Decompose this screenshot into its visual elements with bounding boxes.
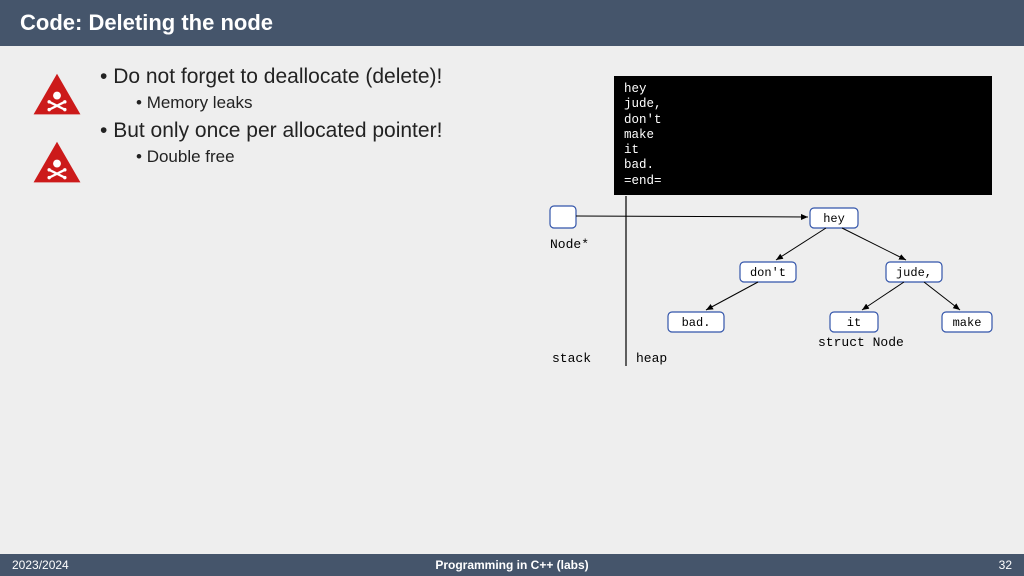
stack-label: stack <box>552 351 591 366</box>
bullet-item: Do not forget to deallocate (delete)! Me… <box>100 65 442 113</box>
tree-diagram: Node* stack heap struct Node hey don't j… <box>540 196 1010 376</box>
warning-icon <box>32 72 82 116</box>
struct-label: struct Node <box>818 335 904 350</box>
bullet-text: Do not forget to deallocate (delete)! <box>113 65 442 88</box>
bullet-item: But only once per allocated pointer! Dou… <box>100 119 442 167</box>
bullet-list: Do not forget to deallocate (delete)! Me… <box>100 65 442 173</box>
pointer-label: Node* <box>550 237 589 252</box>
bullet-text: But only once per allocated pointer! <box>113 119 442 142</box>
terminal-output: hey jude, don't make it bad. =end= <box>614 76 992 195</box>
sub-bullet: Double free <box>136 147 442 167</box>
tree-node: jude, <box>896 266 932 280</box>
slide-header: Code: Deleting the node <box>0 0 1024 46</box>
footer-year: 2023/2024 <box>12 558 69 572</box>
tree-node: make <box>953 316 982 330</box>
tree-node: hey <box>823 212 845 226</box>
slide-title: Code: Deleting the node <box>20 10 273 36</box>
tree-node: bad. <box>682 316 711 330</box>
footer-page: 32 <box>999 558 1012 572</box>
warning-icon <box>32 140 82 184</box>
sub-bullet: Memory leaks <box>136 93 442 113</box>
slide-footer: 2023/2024 Programming in C++ (labs) 32 <box>0 554 1024 576</box>
tree-node: don't <box>750 266 786 280</box>
heap-label: heap <box>636 351 667 366</box>
footer-course: Programming in C++ (labs) <box>435 558 588 572</box>
tree-node: it <box>847 316 861 330</box>
